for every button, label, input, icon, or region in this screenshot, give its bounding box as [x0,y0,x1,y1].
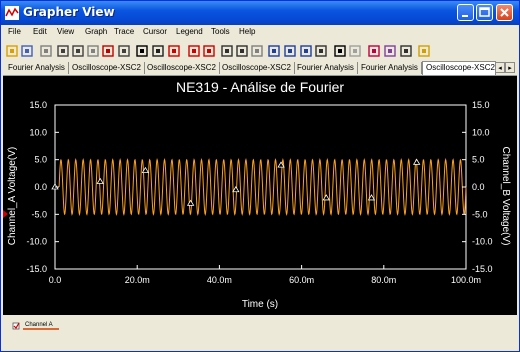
y-tick-label-left: -10.0 [26,237,47,247]
maximize-icon [479,7,490,17]
status-bar [3,345,517,351]
copy-graph-icon[interactable] [399,44,413,58]
toolbar [1,43,519,61]
zoom-x-icon[interactable] [267,44,281,58]
tab-bar: Fourier Analysis Oscilloscope-XSC2 Oscil… [3,61,517,76]
copy-icon[interactable] [71,44,85,58]
grapher-window: Grapher View File Edit View Graph Trace … [0,0,520,352]
paste-icon[interactable] [86,44,100,58]
y-tick-label-left: -15.0 [26,264,47,274]
x-tick-label: 20.0m [125,275,150,285]
graph-area[interactable]: NE319 - Análise de Fourier 0.0 20.0m 40.0m… [3,76,517,315]
y-tick-label-left: 0.0 [34,182,47,192]
y-tick-label-left: 10.0 [29,127,47,137]
zoom-in-icon[interactable] [220,44,234,58]
menu-help[interactable]: Help [239,27,255,36]
menu-file[interactable]: File [8,27,21,36]
zoom-out-icon[interactable] [235,44,249,58]
export-icon[interactable] [383,44,397,58]
y-tick-label-left: 5.0 [34,155,47,165]
chart-svg: NE319 - Análise de Fourier 0.0 20.0m 40.0m… [3,79,511,310]
x-tick-label: 100.0m [451,275,481,285]
tab-fourier-analysis-2[interactable]: Fourier Analysis [294,62,358,74]
toggle-legend-icon[interactable] [135,44,149,58]
text-icon[interactable] [333,44,347,58]
y-tick-label-right: 15.0 [472,100,490,110]
y-tick-label-right: 10.0 [472,127,490,137]
y-tick-label-right: -5.0 [472,209,488,219]
tab-fourier-analysis-1[interactable]: Fourier Analysis [5,62,69,74]
plot-frame [54,104,467,270]
cut-icon[interactable] [56,44,70,58]
undo-icon[interactable] [39,44,53,58]
menu-bar: File Edit View Graph Trace Cursor Legend… [1,25,519,43]
pan-icon[interactable] [314,44,328,58]
prev-point-icon[interactable] [187,44,201,58]
zoom-fit-icon[interactable] [299,44,313,58]
tab-oscilloscope-xsc2-2[interactable]: Oscilloscope-XSC2 [144,62,220,74]
tab-oscilloscope-xsc2-active[interactable]: Oscilloscope-XSC2 [422,61,496,75]
save-icon[interactable] [20,44,34,58]
maximize-button[interactable] [476,4,493,21]
grid-icon[interactable] [101,44,115,58]
window-title: Grapher View [23,5,115,19]
zoom-y-icon[interactable] [283,44,297,58]
menu-legend[interactable]: Legend [176,27,203,36]
y-tick-label-right: -15.0 [472,264,493,274]
y-axis-label-left: Channel_A Voltage(V) [7,147,18,245]
y-axis-label-right: Channel_B Voltage(V) [500,147,511,246]
data-point-marker [232,185,240,193]
minimize-button[interactable] [457,4,474,21]
menu-view[interactable]: View [57,27,74,36]
y-tick-label-left: 15.0 [29,100,47,110]
menu-edit[interactable]: Edit [33,27,47,36]
marker-icon[interactable] [348,44,362,58]
tab-oscilloscope-xsc2-3[interactable]: Oscilloscope-XSC2 [219,62,295,74]
data-point-marker [412,158,421,165]
overlay-icon[interactable] [151,44,165,58]
y-tick-label-right: 5.0 [472,155,485,165]
minimize-icon [462,15,468,17]
data-point-marker [322,194,330,201]
toggle-grid-icon[interactable] [117,44,131,58]
tab-scroll-left-button[interactable]: ◂ [495,62,505,73]
y-tick-label-left: -5.0 [31,209,47,219]
x-tick-label: 40.0m [207,275,232,285]
overlay-traces-icon[interactable] [417,44,431,58]
close-icon [500,8,509,17]
next-point-icon[interactable] [202,44,216,58]
y-tick-label-right: 0.0 [472,182,485,192]
legend-entry-channel-a[interactable]: Channel A [11,317,71,337]
y-tick-label-right: -10.0 [472,237,493,247]
open-icon[interactable] [5,44,19,58]
grapher-app-icon [5,6,19,20]
tab-fourier-analysis-3[interactable]: Fourier Analysis [358,62,422,74]
legend-panel: Channel A [3,315,517,345]
reverse-colors-icon[interactable] [367,44,381,58]
menu-graph[interactable]: Graph [85,27,107,36]
cursors-icon[interactable] [167,44,181,58]
x-tick-label: 80.0m [371,275,396,285]
data-point-marker [96,177,104,184]
menu-trace[interactable]: Trace [114,27,134,36]
menu-cursor[interactable]: Cursor [143,27,167,36]
tab-oscilloscope-xsc2-1[interactable]: Oscilloscope-XSC2 [69,62,145,74]
x-axis-label: Time (s) [242,299,278,310]
legend-channel-label: Channel A [25,322,53,328]
data-point-marker [186,199,195,206]
channel-a-trace [58,157,467,217]
chart-title: NE319 - Análise de Fourier [176,79,344,95]
zoom-icon[interactable] [250,44,264,58]
x-tick-label: 60.0m [289,275,314,285]
tab-scroll-right-button[interactable]: ▸ [505,62,515,73]
x-tick-label: 0.0 [49,275,62,285]
title-bar[interactable]: Grapher View [1,1,519,25]
menu-tools[interactable]: Tools [211,27,230,36]
close-button[interactable] [496,4,513,21]
